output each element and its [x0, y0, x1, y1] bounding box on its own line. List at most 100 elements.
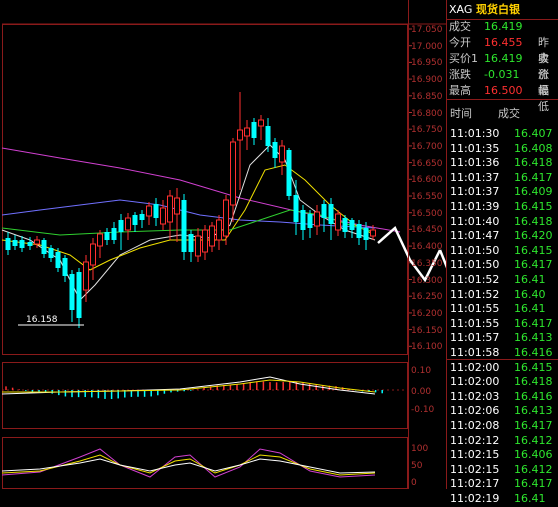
tick-row: 11:02:15 16.406 [446, 447, 558, 463]
tick-row: 11:01:47 16.420 [446, 228, 558, 244]
macd-indicator-panel[interactable] [0, 362, 446, 430]
quote-bid-row: 买价1 16.419 卖价 [446, 51, 558, 81]
tick-price: 16.416 [514, 389, 553, 403]
candle-body [76, 272, 82, 318]
tick-row: 11:01:55 16.41 [446, 301, 558, 317]
tick-time: 11:02:15 [450, 448, 500, 462]
tick-price: 16.417 [514, 419, 553, 432]
tick-row: 11:01:52 16.40 [446, 287, 558, 303]
tick-row: 11:02:15 16.412 [446, 462, 558, 478]
tick-time: 11:01:57 [450, 331, 500, 345]
price-axis-label: 16.650 [411, 158, 443, 169]
price-axis-label: 16.700 [411, 141, 443, 152]
candle-body [223, 199, 229, 237]
tick-row: 11:01:35 16.408 [446, 141, 558, 157]
candle-body [48, 248, 54, 258]
last-label: 成交 [449, 20, 471, 33]
candle-body [265, 126, 271, 146]
price-axis-label: 16.900 [411, 75, 443, 86]
candle-body [209, 225, 215, 247]
price-axis-label: 16.250 [411, 292, 443, 303]
quote-panel: XAG 现货白银 成交 16.419 今开 16.455 昨收 买价1 16.4… [446, 0, 558, 505]
candle-body [125, 217, 131, 231]
candle-body [111, 228, 117, 240]
candle-body [286, 150, 292, 196]
tick-time: 11:01:50 [450, 243, 500, 257]
candle-body [104, 232, 110, 240]
tick-price: 16.418 [514, 375, 553, 389]
tick-price: 16.415 [514, 200, 553, 213]
bid-value: 16.419 [484, 52, 523, 65]
candle-body [195, 235, 201, 257]
tick-price: 16.412 [514, 462, 553, 476]
candle-body [216, 219, 222, 241]
tick-row: 11:01:30 16.407 [446, 126, 558, 142]
price-axis-label: 16.100 [411, 342, 443, 353]
price-axis-label: 16.750 [411, 125, 443, 136]
candlestick-chart[interactable] [0, 0, 446, 355]
symbol-name[interactable]: 现货白银 [476, 2, 520, 18]
price-axis-label: 16.400 [411, 242, 443, 253]
price-axis-label: 17.050 [411, 25, 443, 35]
kdj-axis-label: 100 [411, 444, 429, 454]
candle-body [272, 142, 278, 158]
price-axis-label: 16.200 [411, 308, 443, 319]
high-label: 最高 [449, 84, 471, 97]
ticks-time-header: 时间 [450, 107, 472, 120]
candle-body [41, 240, 47, 254]
candle-body [19, 240, 25, 248]
tick-row: 11:01:37 16.417 [446, 170, 558, 186]
tick-price: 16.41 [514, 273, 546, 286]
tick-price: 16.409 [514, 185, 553, 199]
tick-row: 11:01:50 16.415 [446, 243, 558, 259]
tick-price: 16.417 [514, 477, 553, 491]
last-value: 16.419 [484, 20, 523, 33]
drawn-arrow [377, 225, 442, 283]
candle-body [244, 127, 250, 137]
tick-time: 11:02:00 [450, 375, 500, 389]
candle-body [27, 242, 33, 246]
tick-time: 11:01:37 [450, 185, 500, 199]
quote-last-row: 成交 16.419 [446, 19, 558, 35]
kdj-axis-label: 50 [411, 461, 423, 471]
tick-price: 16.420 [514, 229, 553, 243]
price-axis-label: 16.300 [411, 275, 443, 286]
tick-price: 16.413 [514, 404, 553, 418]
tick-time: 11:02:06 [450, 404, 500, 418]
bid-label: 买价1 [449, 52, 478, 65]
tick-price: 16.415 [514, 360, 553, 374]
tick-row: 11:01:40 16.418 [446, 214, 558, 230]
price-axis-label: 16.800 [411, 108, 443, 119]
quote-high-row: 最高 16.500 最低 [446, 83, 558, 113]
candle-body [132, 215, 138, 225]
candle-body [237, 129, 243, 141]
tick-row: 11:02:19 16.41 [446, 491, 558, 507]
tick-price: 16.407 [514, 127, 553, 140]
candle-body [258, 119, 264, 127]
tick-time: 11:01:37 [450, 170, 500, 184]
quote-change-row: 涨跌 -0.031 涨幅 [446, 67, 558, 97]
tick-price: 16.417 [514, 316, 553, 330]
tick-row: 11:01:50 16.417 [446, 257, 558, 273]
change-label: 涨跌 [449, 68, 471, 81]
tick-row: 11:02:08 16.417 [446, 418, 558, 434]
price-axis-label: 17.000 [411, 41, 443, 52]
tick-time: 11:01:35 [450, 141, 500, 155]
tick-row: 11:02:17 16.417 [446, 476, 558, 492]
tick-time: 11:01:30 [450, 127, 500, 140]
change-value: -0.031 [484, 68, 520, 81]
chart-frame [2, 24, 408, 355]
tick-row: 11:01:37 16.409 [446, 184, 558, 200]
tick-price: 16.40 [514, 287, 546, 301]
candle-body [363, 228, 369, 240]
candle-body [167, 195, 173, 223]
tick-time: 11:01:39 [450, 200, 500, 213]
macd-frame [2, 362, 408, 429]
price-axis-label: 16.500 [411, 208, 443, 219]
tick-time: 11:01:36 [450, 156, 500, 170]
candle-body [307, 214, 313, 228]
tick-row: 11:01:55 16.417 [446, 316, 558, 332]
kdj-indicator-panel[interactable] [0, 437, 446, 489]
tick-time: 11:02:08 [450, 419, 500, 432]
candle-body [97, 233, 103, 247]
